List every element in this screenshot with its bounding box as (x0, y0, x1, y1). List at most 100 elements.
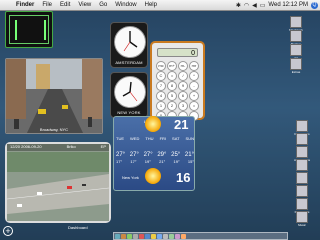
calculator-key[interactable]: * (189, 71, 199, 81)
menu-go[interactable]: Go (95, 2, 111, 8)
calculator-key[interactable]: 3 (178, 101, 188, 111)
weather-city: New York (122, 175, 139, 180)
forecast-high: 27° (116, 152, 126, 158)
menu-view[interactable]: View (74, 2, 95, 8)
calculator-key[interactable]: C (156, 71, 166, 81)
clock-hands (122, 81, 138, 102)
calculator-key[interactable]: = (189, 101, 199, 111)
desktop-icon[interactable]: Music (294, 211, 310, 227)
clock-face (114, 26, 146, 58)
clock-widget-new-york[interactable]: NEW YORK (110, 72, 148, 118)
calculator-key[interactable]: 8 (167, 81, 177, 91)
forecast-day: FRI (159, 136, 167, 141)
forecast-lows: 17° 17° 19° 21° 19° 15° (116, 159, 194, 164)
drive-icon (296, 211, 308, 223)
forecast-low: 17° (130, 159, 137, 164)
volume-icon[interactable]: ◀ (252, 2, 257, 9)
counter-bar (15, 20, 17, 40)
forecast-high: 29° (157, 152, 167, 158)
forecast-day: WED (130, 136, 140, 141)
widget-bar-item[interactable] (175, 234, 180, 239)
widget-bar-item[interactable] (127, 234, 132, 239)
widget-bar-item[interactable] (163, 234, 168, 239)
calculator-key[interactable]: + (189, 91, 199, 101)
menu-window[interactable]: Window (111, 2, 140, 8)
desktop-icon-label: Extras (291, 70, 301, 74)
menu-finder[interactable]: Finder (12, 2, 38, 8)
calculator-key[interactable]: 4 (156, 91, 166, 101)
broadway-webcam-widget[interactable]: Broadway, NYC (5, 58, 103, 134)
add-widget-button[interactable]: + (3, 226, 13, 236)
drive-icon (290, 30, 302, 42)
traffic-channel: EP (100, 144, 106, 149)
traffic-cam-widget[interactable]: 12/20 2006-09-20 Brlko EP (5, 142, 111, 223)
forecast-highs: 27° 27° 27° 29° 25° 21° (116, 152, 194, 158)
desktop-icon[interactable]: Extras (288, 58, 304, 74)
calculator-key[interactable]: - (189, 81, 199, 91)
calculator-key[interactable]: / (178, 71, 188, 81)
calculator-key[interactable]: 2 (167, 101, 177, 111)
clock-hands (123, 31, 138, 52)
drive-icon (290, 16, 302, 28)
battery-icon[interactable]: ▭ (260, 2, 266, 9)
spotlight-icon[interactable]: Q (311, 1, 318, 9)
street-camera-image (6, 59, 102, 133)
forecast-day: SUN (185, 136, 194, 141)
drive-icon (296, 198, 308, 210)
widget-bar-item[interactable] (157, 234, 162, 239)
calculator-key[interactable]: 5 (167, 91, 177, 101)
calculator-key[interactable]: 7 (156, 81, 166, 91)
forecast-low: 19° (144, 159, 151, 164)
weather-temp: 16 (176, 170, 191, 185)
forecast-days: TUE WED THU FRI SAT SUN (116, 136, 194, 141)
calculator-key[interactable]: m- (178, 61, 188, 71)
dashboard-label: Dashboard (68, 225, 88, 230)
drive-icon (296, 172, 308, 184)
clock-city-label: NEW YORK (117, 110, 141, 115)
clock-widget-amsterdam[interactable]: AMSTERDAM (110, 22, 148, 68)
drive-icon (296, 159, 308, 171)
menu-edit[interactable]: Edit (56, 2, 74, 8)
calculator-key[interactable]: 9 (178, 81, 188, 91)
widget-bar-item[interactable] (145, 234, 150, 239)
drive-icon (296, 120, 308, 132)
widget-bar-item[interactable] (121, 234, 126, 239)
counter-widget[interactable] (5, 11, 53, 48)
forecast-day: TUE (116, 136, 124, 141)
weather-widget[interactable]: Lisbon 21 TUE WED THU FRI SAT SUN 27° 27… (113, 116, 195, 191)
menu-bar: Finder File Edit View Go Window Help ✱ ◠… (0, 0, 320, 11)
wifi-icon[interactable]: ◠ (244, 2, 249, 9)
highway-camera-image (7, 144, 109, 221)
widget-bar-item[interactable] (139, 234, 144, 239)
widget-bar-item[interactable] (133, 234, 138, 239)
forecast-low: 19° (173, 159, 180, 164)
calculator-key[interactable]: 6 (178, 91, 188, 101)
drive-icon (290, 44, 302, 56)
widget-bar-item[interactable] (169, 234, 174, 239)
widget-bar-item[interactable] (151, 234, 156, 239)
calculator-key[interactable]: mc (156, 61, 166, 71)
widget-bar-item[interactable] (181, 234, 186, 239)
calculator-key[interactable]: m+ (167, 61, 177, 71)
traffic-brand: Brlko (66, 144, 76, 149)
traffic-timestamp: 12/20 2006-09-20 (10, 144, 42, 149)
menu-file[interactable]: File (38, 2, 56, 8)
menu-help[interactable]: Help (141, 2, 161, 8)
calculator-key[interactable]: mr (189, 61, 199, 71)
calculator-key[interactable]: = (167, 71, 177, 81)
forecast-day: THU (145, 136, 154, 141)
counter-frame (9, 15, 49, 44)
drive-icon (296, 133, 308, 145)
desktop-icon-label: Music (298, 223, 306, 227)
forecast-low: 21° (159, 159, 166, 164)
clock-face (114, 76, 146, 108)
menubar-clock[interactable]: Wed 12:12 PM (268, 2, 308, 8)
weather-temp: 21 (174, 117, 189, 132)
drive-icon (296, 185, 308, 197)
bluetooth-icon[interactable]: ✱ (236, 2, 241, 9)
calculator-widget[interactable]: 0 mcm+m-mrC=/*789-456+123=0. (150, 41, 205, 121)
forecast-high: 21° (184, 152, 194, 158)
counter-bar (44, 20, 46, 40)
calculator-key[interactable]: 1 (156, 101, 166, 111)
widget-bar-item[interactable] (115, 234, 120, 239)
